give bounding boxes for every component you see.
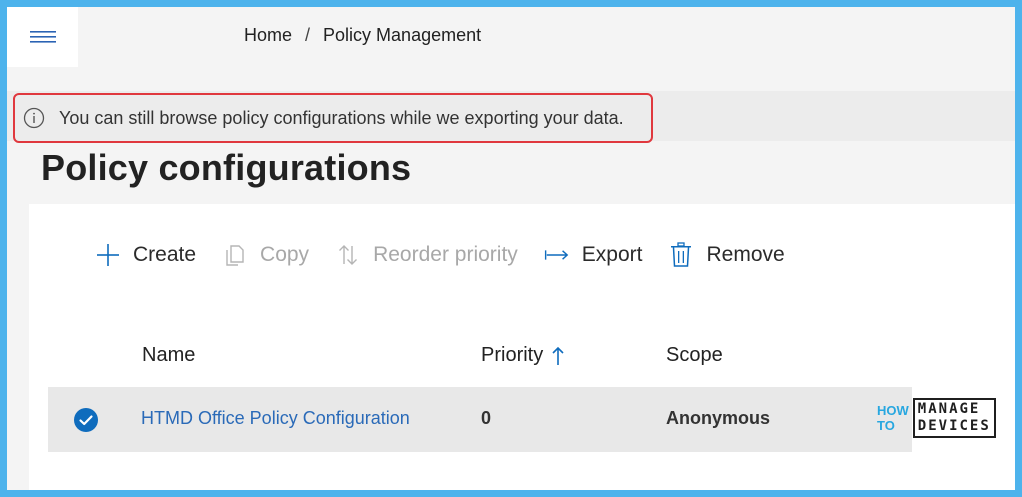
policy-name-link[interactable]: HTMD Office Policy Configuration (141, 408, 410, 429)
sort-ascending-icon (551, 346, 565, 366)
info-banner-highlight: You can still browse policy configuratio… (13, 93, 653, 143)
remove-button[interactable]: Remove (668, 242, 785, 268)
copy-button[interactable]: Copy (222, 242, 309, 268)
navigation-menu-button[interactable] (7, 7, 78, 67)
trash-icon (668, 242, 694, 268)
watermark-how-to: HOW TO (877, 403, 909, 433)
create-button-label: Create (133, 243, 197, 266)
command-bar: Create Copy Reorder priority Export Remo… (95, 242, 811, 268)
reorder-priority-button[interactable]: Reorder priority (335, 242, 518, 268)
watermark-manage: MANAGE (917, 401, 981, 417)
policy-list-panel: Create Copy Reorder priority Export Remo… (29, 204, 1015, 490)
copy-button-label: Copy (260, 243, 310, 266)
column-header-scope[interactable]: Scope (666, 344, 723, 367)
breadcrumb-separator: / (305, 25, 311, 45)
row-selected-checkbox[interactable] (73, 407, 99, 433)
breadcrumb-home-link[interactable]: Home (244, 25, 292, 46)
column-header-scope-label: Scope (666, 344, 723, 366)
breadcrumb: Home / Policy Management (244, 25, 481, 46)
export-arrow-icon (544, 242, 570, 268)
watermark-how: HOW (877, 403, 909, 418)
reorder-priority-label: Reorder priority (373, 243, 518, 266)
info-icon (23, 107, 45, 129)
policy-priority-value: 0 (481, 408, 492, 428)
column-header-name-label: Name (142, 344, 196, 366)
watermark-manage-devices: MANAGE DEVICES (912, 398, 996, 438)
checkmark-circle-icon (74, 408, 98, 432)
info-banner-message: You can still browse policy configuratio… (59, 107, 624, 128)
table-row[interactable]: HTMD Office Policy Configuration 0 Anony… (48, 387, 912, 452)
policy-scope-value: Anonymous (666, 408, 771, 428)
watermark-to: TO (877, 418, 895, 433)
hamburger-icon (29, 31, 56, 43)
watermark-devices: DEVICES (917, 418, 991, 434)
export-button-label: Export (581, 243, 643, 266)
export-button[interactable]: Export (544, 242, 643, 268)
page-title: Policy configurations (41, 147, 412, 188)
create-button[interactable]: Create (95, 242, 196, 268)
column-header-name[interactable]: Name (142, 344, 195, 367)
column-header-priority[interactable]: Priority (481, 344, 565, 367)
sort-arrows-icon (335, 242, 361, 268)
remove-button-label: Remove (706, 243, 785, 266)
column-header-priority-label: Priority (481, 344, 544, 366)
copy-icon (222, 242, 248, 268)
breadcrumb-current: Policy Management (323, 25, 482, 45)
htmd-watermark-logo: HOW TO MANAGE DEVICES (877, 398, 996, 438)
plus-icon (95, 242, 121, 268)
app-window: Home / Policy Management You can still b… (7, 7, 1015, 490)
